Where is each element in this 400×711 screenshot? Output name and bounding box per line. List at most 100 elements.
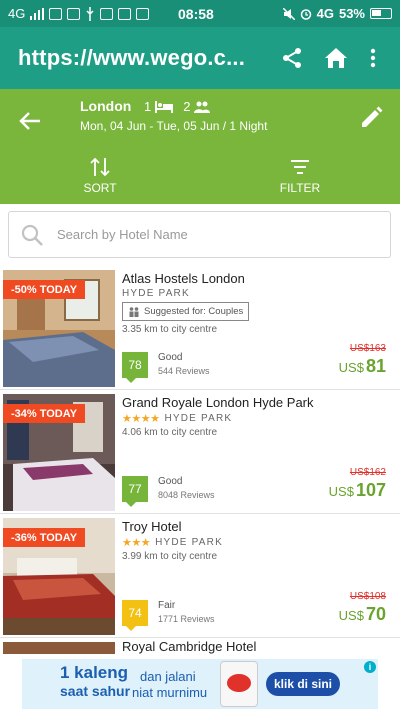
share-button[interactable]: [270, 36, 314, 80]
rating-label: Fair: [158, 600, 176, 611]
payment-notification-icon: [100, 7, 114, 20]
hotel-photo[interactable]: -36% TODAY: [3, 518, 115, 635]
ad-headline: 1 kaleng: [60, 663, 129, 682]
hotel-name[interactable]: Royal Cambridge Hotel: [122, 639, 256, 654]
sort-label: SORT: [83, 181, 117, 195]
overflow-menu-button[interactable]: [358, 36, 388, 80]
rating-score: 74: [128, 606, 142, 620]
hotel-card[interactable]: -50% TODAY Atlas Hostels London HYDE PAR…: [0, 266, 400, 390]
hotel-card[interactable]: -36% TODAY Troy Hotel ★★★ HYDE PARK 3.99…: [0, 514, 400, 638]
rating-score-badge: 74: [122, 600, 148, 631]
search-summary-header: London 1 2 Mon, 04 Jun - Tue, 05 Jun / 1…: [0, 89, 400, 204]
status-bar: 4G 08:58 4G 53%: [0, 0, 400, 27]
filter-button[interactable]: FILTER: [260, 156, 340, 195]
ad-cta-button[interactable]: klik di sini: [266, 672, 340, 696]
review-count: 8048 Reviews: [158, 490, 215, 500]
discount-badge: -36% TODAY: [3, 528, 86, 547]
home-button[interactable]: [314, 36, 358, 80]
suggested-text: Suggested for: Couples: [144, 306, 244, 317]
current-price[interactable]: US$ 81: [339, 356, 386, 377]
ad-subheadline: saat sahur: [60, 683, 131, 699]
rating-score: 77: [128, 482, 142, 496]
distance-text: 3.99 km to city centre: [122, 551, 218, 562]
rating-label: Good: [158, 476, 183, 487]
back-arrow-icon[interactable]: [16, 107, 44, 135]
home-icon: [325, 48, 347, 68]
hotel-card[interactable]: -34% TODAY Grand Royale London Hyde Park…: [0, 390, 400, 514]
hotel-card[interactable]: Royal Cambridge Hotel: [0, 638, 400, 654]
share-icon: [283, 48, 301, 68]
product-can-icon: [220, 661, 258, 707]
facebook-notification-icon: [49, 7, 63, 20]
bed-icon: [155, 100, 174, 113]
sort-icon: [90, 157, 110, 177]
price-currency: US$: [338, 608, 364, 623]
current-price[interactable]: US$ 107: [329, 480, 386, 501]
rating-label: Good: [158, 352, 183, 363]
rooms-guests: 1 2: [144, 99, 211, 114]
hotel-search-box[interactable]: [8, 211, 391, 258]
more-vertical-icon: [370, 48, 376, 68]
hotel-area: HYDE PARK: [164, 413, 233, 424]
alarm-icon: [300, 8, 311, 20]
hotel-area-row: HYDE PARK: [122, 288, 190, 299]
hotel-name[interactable]: Grand Royale London Hyde Park: [122, 395, 314, 410]
signal-icon: [30, 7, 45, 20]
review-count: 1771 Reviews: [158, 614, 215, 624]
original-price: US$108: [349, 591, 386, 602]
original-price: US$163: [349, 343, 386, 354]
battery-icon: [370, 8, 392, 19]
usb-icon: [86, 6, 94, 21]
review-count: 544 Reviews: [158, 366, 210, 376]
star-rating-icon: ★★★★: [122, 413, 160, 425]
edit-pencil-icon[interactable]: [358, 105, 384, 131]
clock: 08:58: [178, 5, 214, 22]
discount-badge: -50% TODAY: [3, 280, 86, 299]
hotel-name[interactable]: Troy Hotel: [122, 519, 181, 534]
rating-score-badge: 77: [122, 476, 148, 507]
ad-banner[interactable]: 1 kaleng saat sahur dan jalani niat murn…: [0, 655, 400, 711]
ad-text-2: niat murnimu: [132, 685, 208, 700]
status-left: 4G: [8, 6, 178, 21]
s-notification-icon: [67, 7, 81, 20]
city-name: London: [80, 98, 132, 114]
hotel-photo[interactable]: [3, 642, 115, 654]
rooms-count: 1: [144, 99, 152, 114]
price-currency: US$: [338, 360, 364, 375]
browser-toolbar: https://www.wego.c...: [0, 27, 400, 89]
hotel-list: -50% TODAY Atlas Hostels London HYDE PAR…: [0, 266, 400, 654]
star-rating-icon: ★★★: [122, 537, 151, 549]
distance-text: 3.35 km to city centre: [122, 324, 218, 335]
price-amount: 70: [365, 604, 386, 624]
sort-button[interactable]: SORT: [60, 156, 140, 195]
hotel-photo[interactable]: -50% TODAY: [3, 270, 115, 387]
hotel-photo[interactable]: -34% TODAY: [3, 394, 115, 511]
mute-icon: [282, 7, 295, 20]
suggested-badge: Suggested for: Couples: [122, 302, 250, 321]
rating-score-badge: 78: [122, 352, 148, 383]
price-currency: US$: [328, 484, 354, 499]
ad-text-1: dan jalani: [140, 669, 196, 684]
rating-score: 78: [128, 358, 142, 372]
chat-notification-icon: [136, 7, 150, 20]
price-amount: 81: [365, 356, 386, 376]
hotel-area: HYDE PARK: [155, 537, 223, 548]
hotel-area: HYDE PARK: [122, 288, 190, 299]
discount-badge: -34% TODAY: [3, 404, 86, 423]
network-label-2: 4G: [316, 6, 334, 21]
sim-notification-icon: [118, 7, 132, 20]
stay-dates: Mon, 04 Jun - Tue, 05 Jun / 1 Night: [80, 119, 268, 133]
ad-info-icon[interactable]: i: [364, 661, 376, 673]
battery-percent: 53%: [338, 6, 365, 21]
ad-creative[interactable]: 1 kaleng saat sahur dan jalani niat murn…: [22, 659, 378, 709]
url-text[interactable]: https://www.wego.c...: [18, 45, 270, 71]
hotel-name[interactable]: Atlas Hostels London: [122, 271, 245, 286]
filter-label: FILTER: [279, 181, 321, 195]
network-label: 4G: [8, 6, 26, 21]
hotel-search-input[interactable]: [57, 227, 357, 242]
distance-text: 4.06 km to city centre: [122, 427, 218, 438]
current-price[interactable]: US$ 70: [339, 604, 386, 625]
hotel-area-row: ★★★ HYDE PARK: [122, 536, 223, 549]
people-icon: [194, 101, 211, 113]
filter-icon: [291, 160, 309, 174]
